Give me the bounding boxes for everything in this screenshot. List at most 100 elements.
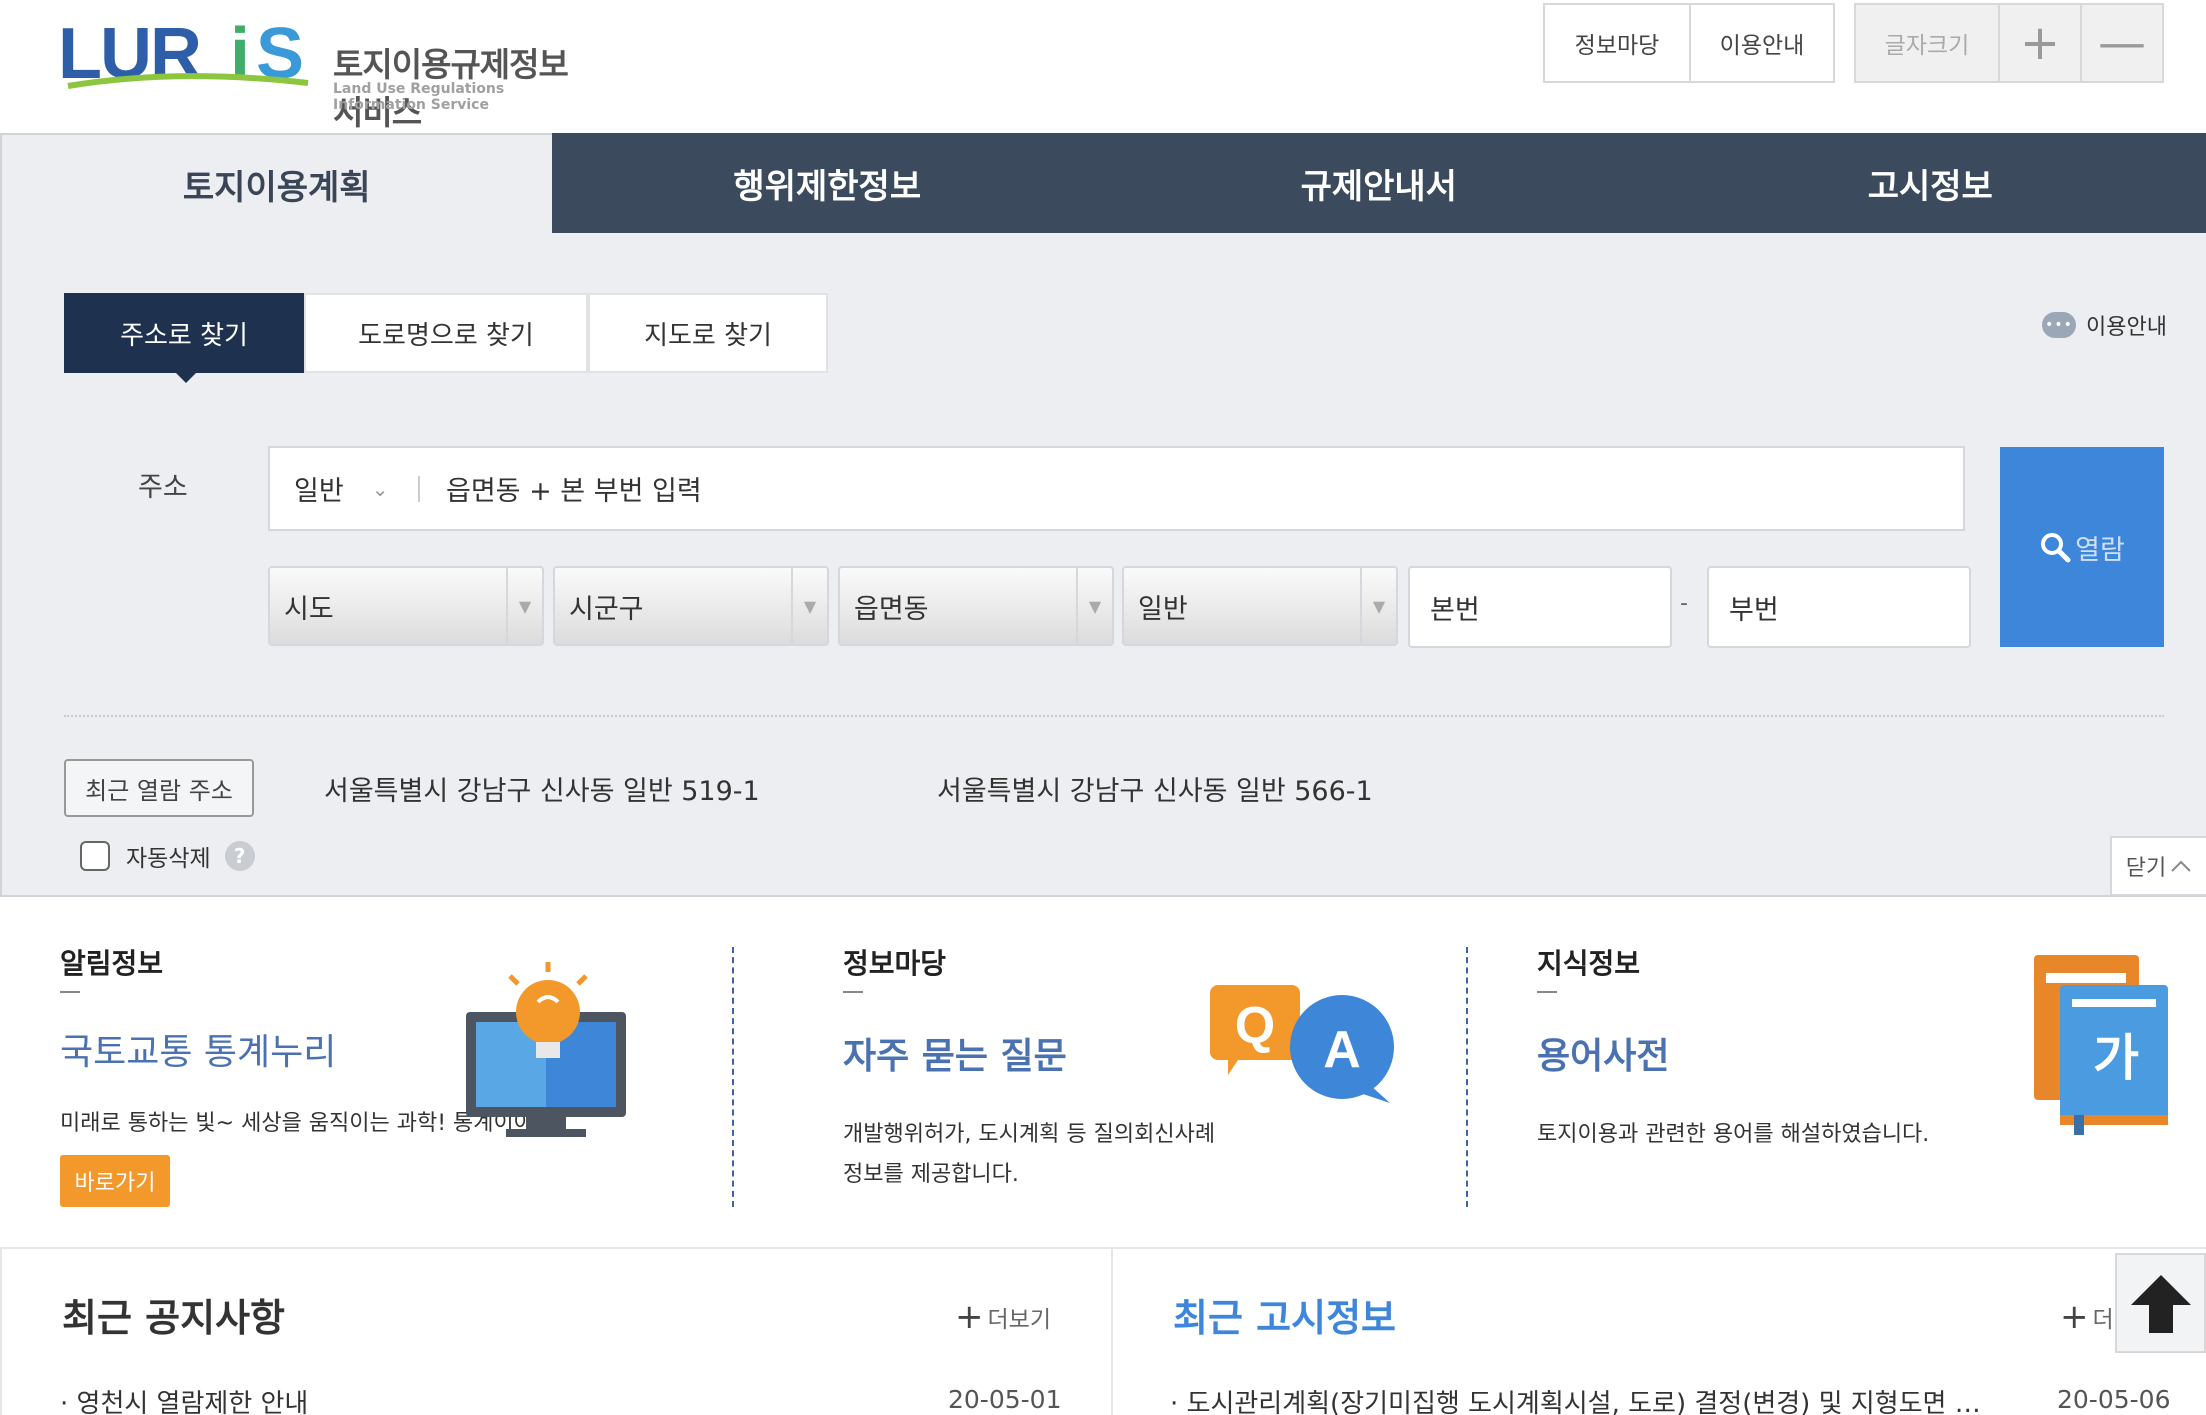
plus-icon: + [2060,1297,2089,1337]
auto-delete-checkbox[interactable] [80,841,110,871]
info-section: 알림정보 국토교통 통계누리 미래로 통하는 빛~ 세상을 움직이는 과학! 통… [0,897,2206,1247]
luris-logo-icon: LUR i S [58,14,309,94]
dictionary-book-icon: 가 [2034,955,2168,1135]
land-type-select-value: 일반 [1138,593,1188,625]
eupmyeondong-select[interactable]: 읍면동 ▼ [838,566,1114,646]
recent-address-button[interactable]: 최근 열람 주소 [64,759,254,817]
auto-delete-label: 자동삭제 [126,846,211,872]
view-button-label: 열람 [2075,534,2125,566]
tab-search-by-address[interactable]: 주소로 찾기 [64,293,304,383]
tab-regulation-guide[interactable]: 규제안내서 [1103,133,1655,233]
eupmyeondong-select-value: 읍면동 [854,593,929,625]
divider [732,947,734,1207]
sido-select[interactable]: 시도 ▼ [268,566,544,646]
main-nav: 토지이용계획 행위제한정보 규제안내서 고시정보 [0,133,2206,233]
search-icon [2041,533,2071,563]
stats-nuri-heading[interactable]: 국토교통 통계누리 [60,1023,336,1075]
gazette-more-label: 더 [2092,1307,2114,1333]
tab-search-by-road[interactable]: 도로명으로 찾기 [304,293,588,373]
go-button[interactable]: 바로가기 [60,1155,170,1207]
usage-guide-link[interactable]: 이용안내 [1689,5,1833,81]
gazette-more-button[interactable]: + 더 [2060,1297,2114,1337]
info-plaza-title: 정보마당 [843,947,947,980]
plus-icon: + [955,1297,984,1337]
qa-bubbles-icon: Q A [1210,985,1394,1103]
more-button-label: 더보기 [987,1307,1051,1333]
tab-land-use-plan[interactable]: 토지이용계획 [0,133,552,233]
logo-subtitle: Land Use Regulations Information Service [333,81,505,113]
divider [1537,991,1557,993]
recent-notices-box: 최근 공지사항 + 더보기 · 영천시 열람제한 안내 20-05-01 [0,1249,1113,1415]
luris-logo[interactable]: LUR i S 토지이용규제정보서비스 Land Use Regulations… [58,8,578,132]
address-placeholder: 읍면동 + 본 부번 입력 [446,476,702,507]
tab-notice-info[interactable]: 고시정보 [1655,133,2206,233]
sigungu-select-value: 시군구 [569,593,644,625]
address-label: 주소 [138,472,188,503]
notice-item[interactable]: · 영천시 열람제한 안내 [60,1383,308,1415]
glossary-text: 토지이용과 관련한 용어를 해설하였습니다. [1537,1122,1930,1147]
search-tabs: 주소로 찾기 도로명으로 찾기 지도로 찾기 [64,293,828,383]
chevron-up-icon [2171,860,2191,872]
recent-notices-title: 최근 공지사항 [62,1296,285,1340]
info-plaza-link[interactable]: 정보마당 [1545,5,1689,81]
address-input[interactable]: 일반 ⌄ 읍면동 + 본 부번 입력 [268,446,1965,531]
svg-text:i: i [230,14,250,94]
font-size-control: 글자크기 + — [1854,3,2164,83]
dropdown-arrow-icon: ▼ [791,568,827,644]
close-button-label: 닫기 [2125,856,2167,881]
arrow-up-icon [2130,1275,2191,1333]
faq-heading[interactable]: 자주 묻는 질문 [843,1027,1067,1079]
bottom-section: 최근 공지사항 + 더보기 · 영천시 열람제한 안내 20-05-01 최근 … [0,1247,2206,1415]
divider [1466,947,1468,1207]
font-increase-button[interactable]: + [1998,5,2080,81]
recent-address-item[interactable]: 서울특별시 강남구 신사동 일반 566-1 [937,769,1373,808]
view-button[interactable]: 열람 [2000,447,2164,647]
dropdown-arrow-icon: ▼ [1360,568,1396,644]
number-separator: - [1680,591,1688,616]
usage-guide-label: 이용안내 [2086,315,2167,340]
search-panel: 주소로 찾기 도로명으로 찾기 지도로 찾기 ••• 이용안내 주소 일반 ⌄ … [0,233,2206,897]
usage-guide-button[interactable]: ••• 이용안내 [2042,309,2167,341]
scroll-to-top-button[interactable] [2115,1253,2206,1353]
recent-gazette-title: 최근 고시정보 [1173,1296,1396,1340]
divider [418,476,420,502]
monitor-lightbulb-icon [466,962,626,1137]
font-decrease-button[interactable]: — [2080,5,2162,81]
top-links: 정보마당 이용안내 [1543,3,1835,83]
chat-bubble-icon: ••• [2042,312,2076,338]
book-glyph: 가 [2093,1029,2139,1087]
sido-select-value: 시도 [284,593,334,625]
knowledge-info-title: 지식정보 [1537,947,1641,980]
glossary-heading[interactable]: 용어사전 [1537,1027,1669,1079]
notice-date: 20-05-01 [948,1385,1062,1414]
svg-text:A: A [1323,1021,1361,1079]
header: LUR i S 토지이용규제정보서비스 Land Use Regulations… [0,0,2206,133]
divider [843,991,863,993]
auto-delete-option: 자동삭제 ? [80,839,255,873]
sigungu-select[interactable]: 시군구 ▼ [553,566,829,646]
more-button[interactable]: + 더보기 [955,1297,1051,1337]
address-type-value: 일반 [294,476,344,507]
land-type-select[interactable]: 일반 ▼ [1122,566,1398,646]
notice-info-title: 알림정보 [60,947,164,980]
stats-nuri-text: 미래로 통하는 빛~ 세상을 움직이는 과학! 통계이야 [60,1111,535,1136]
close-button[interactable]: 닫기 [2110,836,2206,896]
dropdown-arrow-icon: ▼ [506,568,542,644]
address-type-select[interactable]: 일반 ⌄ [294,448,388,529]
svg-text:Q: Q [1235,997,1275,1055]
font-size-label: 글자크기 [1884,33,1970,59]
recent-address-item[interactable]: 서울특별시 강남구 신사동 일반 519-1 [324,769,760,808]
main-number-input[interactable]: 본번 [1408,566,1672,648]
sub-number-input[interactable]: 부번 [1707,566,1971,648]
dropdown-arrow-icon: ▼ [1076,568,1112,644]
tab-search-by-map[interactable]: 지도로 찾기 [588,293,828,373]
faq-text-line2: 정보를 제공합니다. [843,1162,1019,1187]
chevron-down-icon: ⌄ [371,476,389,501]
divider [60,991,80,993]
divider [64,715,2164,717]
gazette-date: 20-05-06 [2057,1385,2171,1414]
tab-act-restriction[interactable]: 행위제한정보 [552,133,1104,233]
gazette-item[interactable]: · 도시관리계획(장기미집행 도시계획시설, 도로) 결정(변경) 및 지형도면… [1170,1383,1981,1415]
help-icon[interactable]: ? [224,841,255,871]
faq-text-line1: 개발행위허가, 도시계획 등 질의회신사례 [843,1122,1216,1147]
